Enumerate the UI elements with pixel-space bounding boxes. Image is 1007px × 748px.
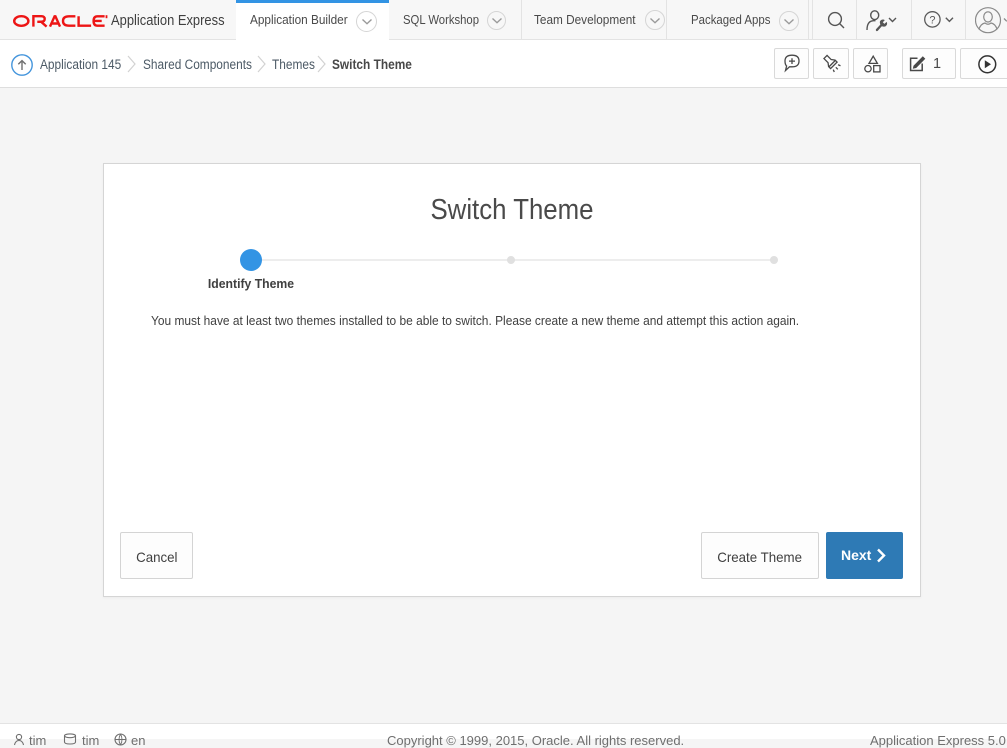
svg-text:?: ? xyxy=(929,14,935,26)
